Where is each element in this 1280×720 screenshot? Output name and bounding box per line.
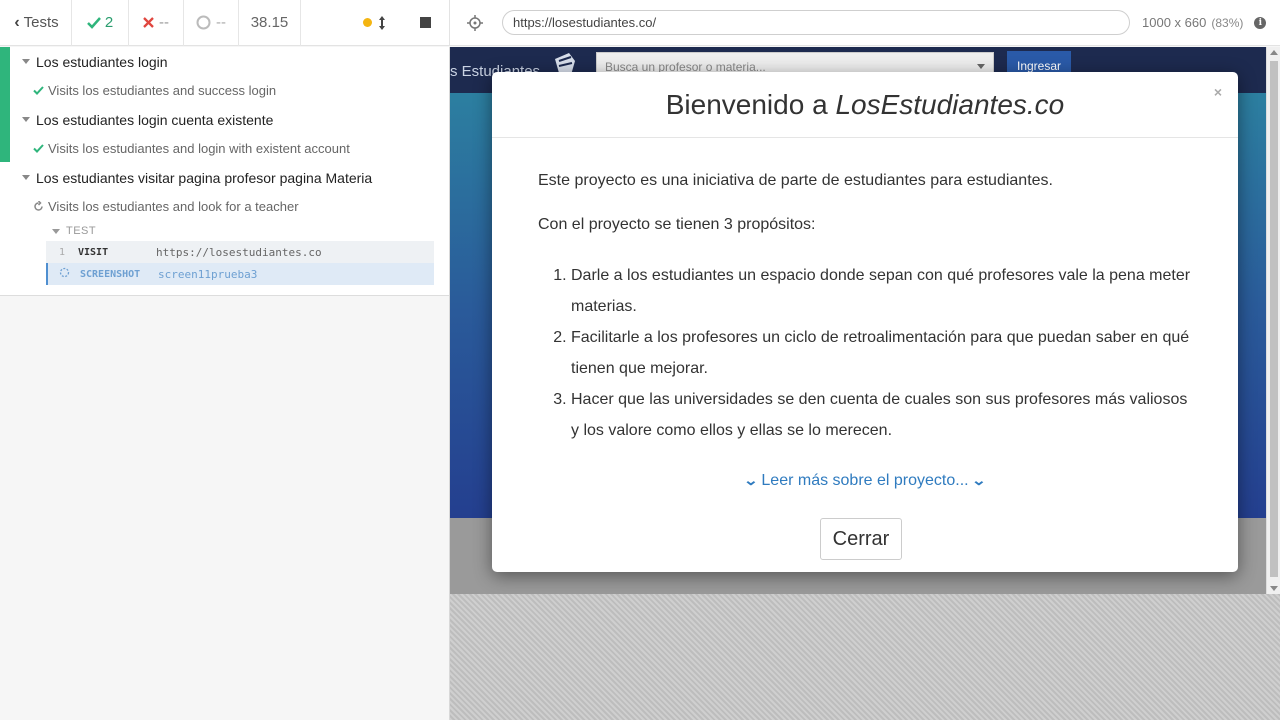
- reporter-header: ‹ Tests 2 -- -- 38.15: [0, 0, 450, 46]
- command-name: VISIT: [78, 246, 109, 258]
- modal-title: Bienvenido a LosEstudiantes.co: [666, 89, 1065, 121]
- caret-down-icon: [977, 64, 985, 69]
- command-message: screen11prueba3: [158, 267, 258, 281]
- purpose-item: Darle a los estudiantes un espacio donde…: [571, 260, 1192, 322]
- purposes-intro: Con el proyecto se tienen 3 propósitos:: [538, 216, 816, 233]
- viewport-info[interactable]: 1000 x 660 (83%) i: [1142, 15, 1267, 30]
- purpose-item: Facilitarle a los profesores un ciclo de…: [571, 322, 1192, 384]
- caret-down-icon: [22, 117, 30, 122]
- suite-row[interactable]: Los estudiantes login: [0, 47, 449, 76]
- passed-count[interactable]: 2: [72, 0, 129, 46]
- failed-count[interactable]: --: [129, 0, 184, 46]
- purpose-item: Hacer que las universidades se den cuent…: [571, 384, 1192, 446]
- suite-row[interactable]: Los estudiantes visitar pagina profesor …: [0, 163, 449, 192]
- reporter-panel: Los estudiantes login Visits los estudia…: [0, 47, 450, 720]
- intro-text: Este proyecto es una iniciativa de parte…: [538, 172, 1053, 189]
- passed-indicator-bar: [0, 47, 10, 162]
- check-icon: [30, 86, 46, 95]
- suite-row[interactable]: Los estudiantes login cuenta existente: [0, 105, 449, 134]
- command-number: 1: [58, 246, 66, 258]
- stop-icon[interactable]: [420, 17, 431, 28]
- failed-number: --: [159, 14, 169, 31]
- running-indicator-icon: [363, 18, 372, 27]
- test-title: Visits los estudiantes and look for a te…: [48, 199, 299, 214]
- close-button[interactable]: Cerrar: [820, 518, 902, 560]
- aut-header: https://losestudiantes.co/ 1000 x 660 (8…: [450, 0, 1280, 46]
- modal-title-prefix: Bienvenido a: [665, 88, 836, 120]
- check-icon: [86, 16, 101, 29]
- refresh-icon: [30, 201, 46, 212]
- chevron-down-icon: ⌄: [743, 472, 759, 488]
- command-row[interactable]: 1 VISIT https://losestudiantes.co: [46, 241, 434, 263]
- read-more-label: Leer más sobre el proyecto...: [761, 472, 969, 489]
- caret-down-icon: [52, 228, 60, 234]
- purposes-list: Darle a los estudiantes un espacio donde…: [538, 260, 1192, 446]
- chevron-down-icon: ⌄: [971, 472, 987, 488]
- test-title: Visits los estudiantes and success login: [48, 83, 277, 98]
- scrollbar-thumb[interactable]: [1270, 61, 1278, 577]
- chevron-left-icon: ‹: [14, 13, 20, 31]
- runnables-list: Los estudiantes login Visits los estudia…: [0, 47, 449, 296]
- suite-title: Los estudiantes login cuenta existente: [36, 111, 274, 128]
- test-title: Visits los estudiantes and login with ex…: [48, 141, 350, 156]
- close-icon[interactable]: ×: [1214, 84, 1222, 100]
- suite-title: Los estudiantes visitar pagina profesor …: [36, 169, 373, 186]
- check-icon: [30, 144, 46, 153]
- viewport-zoom: (83%): [1211, 15, 1244, 30]
- info-icon: i: [1254, 16, 1267, 29]
- caret-down-icon: [22, 175, 30, 180]
- passed-number: 2: [104, 14, 114, 31]
- caret-down-icon: [22, 59, 30, 64]
- read-more-link[interactable]: ⌄ Leer más sobre el proyecto... ⌄: [538, 472, 1192, 490]
- test-row[interactable]: Visits los estudiantes and success login: [0, 76, 449, 105]
- welcome-modal: Bienvenido a LosEstudiantes.co × Este pr…: [492, 72, 1238, 572]
- spinner-icon: [48, 267, 80, 281]
- modal-body: Este proyecto es una iniciativa de parte…: [492, 138, 1238, 490]
- scrollbar[interactable]: [1266, 47, 1280, 594]
- modal-header: Bienvenido a LosEstudiantes.co ×: [492, 72, 1238, 138]
- scroll-up-icon[interactable]: [1270, 50, 1278, 55]
- command-message: https://losestudiantes.co: [156, 245, 322, 259]
- pending-count[interactable]: --: [184, 0, 239, 46]
- command-row[interactable]: SCREENSHOT screen11prueba3: [46, 263, 434, 285]
- test-row[interactable]: Visits los estudiantes and login with ex…: [0, 134, 449, 163]
- duration: 38.15: [239, 0, 301, 46]
- command-name: SCREENSHOT: [80, 268, 141, 280]
- pending-number: --: [216, 14, 226, 31]
- test-row[interactable]: Visits los estudiantes and look for a te…: [0, 192, 449, 221]
- command-section-header[interactable]: TEST: [46, 221, 434, 241]
- pending-circle-icon: [196, 15, 211, 30]
- command-log: TEST 1 VISIT https://losestudiantes.co S…: [46, 221, 434, 285]
- suite-title: Los estudiantes login: [36, 53, 168, 70]
- tests-label: Tests: [23, 14, 59, 31]
- autoscroll-icon[interactable]: [378, 15, 386, 30]
- selector-playground-icon[interactable]: [450, 14, 500, 31]
- url-field[interactable]: https://losestudiantes.co/: [502, 10, 1130, 35]
- x-icon: [143, 17, 154, 28]
- scroll-down-icon[interactable]: [1270, 586, 1278, 591]
- modal-title-brand: LosEstudiantes.co: [835, 88, 1065, 120]
- viewport-size: 1000 x 660: [1142, 15, 1207, 30]
- command-section-label: TEST: [66, 225, 97, 237]
- tests-nav-button[interactable]: ‹ Tests: [0, 0, 72, 46]
